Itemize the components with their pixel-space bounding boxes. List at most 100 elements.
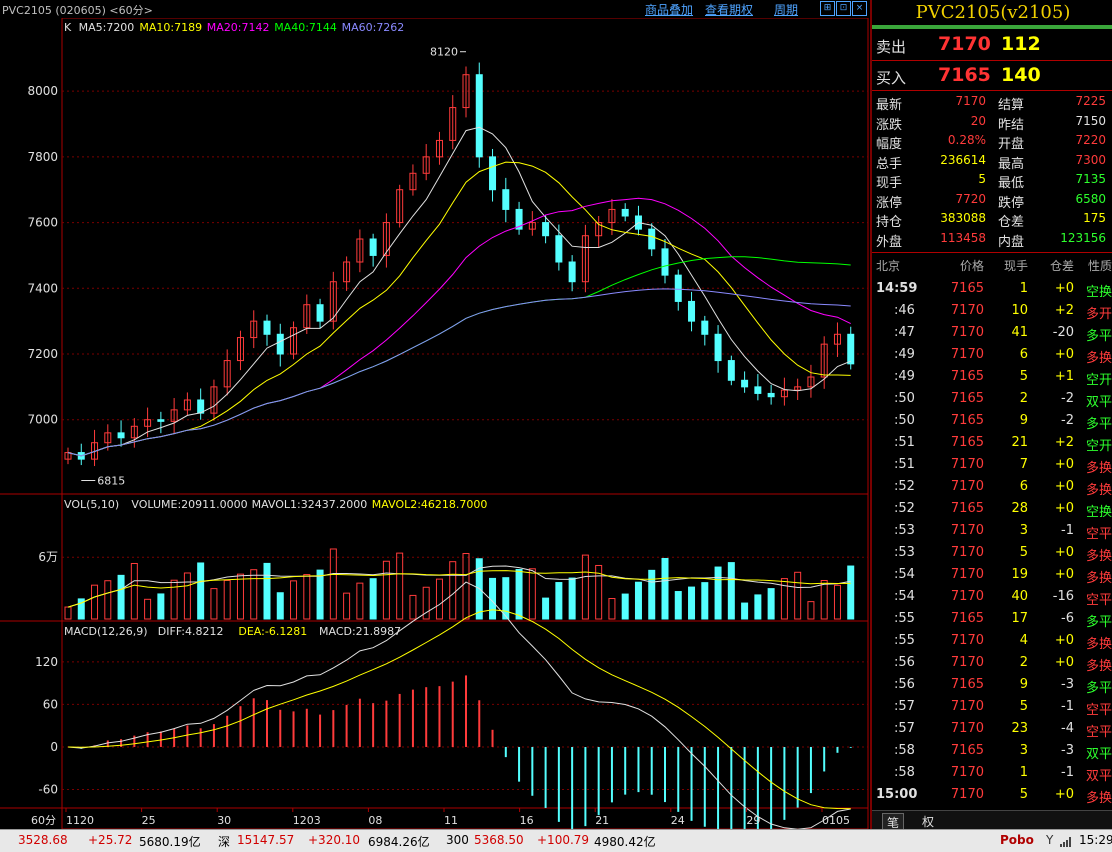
buy-volume: 140 bbox=[1001, 64, 1041, 86]
macd-legend-item: MACD(12,26,9) bbox=[64, 625, 148, 638]
period-link[interactable]: 周期 bbox=[774, 1, 798, 18]
tick-price: 7170 bbox=[950, 655, 984, 670]
tick-row[interactable]: :49 7165 5 +1 空开 bbox=[872, 367, 1112, 388]
c300-index[interactable]: 5368.50 bbox=[474, 833, 524, 847]
tick-time: :52 bbox=[894, 501, 915, 516]
x-tick-label: 1203 bbox=[293, 814, 321, 827]
tick-oi-change: -4 bbox=[1061, 721, 1074, 736]
tick-time: :47 bbox=[894, 325, 915, 340]
tick-nature: 空平 bbox=[1085, 725, 1112, 740]
clock: 15:29 bbox=[1079, 833, 1112, 847]
tick-row[interactable]: :57 7170 5 -1 空平 bbox=[872, 697, 1112, 718]
x-tick-label: 21 bbox=[595, 814, 609, 827]
grid-icon[interactable]: ⊞ bbox=[820, 1, 835, 16]
tick-row[interactable]: :49 7170 6 +0 多换 bbox=[872, 345, 1112, 366]
x-tick-label: 29 bbox=[746, 814, 760, 827]
buy-price[interactable]: 7165 bbox=[938, 64, 991, 86]
tick-nature: 多换 bbox=[1085, 483, 1112, 498]
x-tick-label: 0105 bbox=[822, 814, 850, 827]
tick-time: :51 bbox=[894, 457, 915, 472]
tick-row[interactable]: :55 7170 4 +0 多换 bbox=[872, 631, 1112, 652]
tick-row[interactable]: :51 7165 21 +2 空开 bbox=[872, 433, 1112, 454]
stat-value: 7220 bbox=[1075, 133, 1106, 147]
tick-time: :56 bbox=[894, 655, 915, 670]
tick-row[interactable]: :46 7170 10 +2 多开 bbox=[872, 301, 1112, 322]
filter-icon[interactable]: Y bbox=[1046, 833, 1053, 847]
sell-price[interactable]: 7170 bbox=[938, 33, 991, 55]
tick-volume: 6 bbox=[1019, 347, 1028, 362]
tick-time: :53 bbox=[894, 523, 915, 538]
stat-label: 持仓 bbox=[876, 215, 903, 230]
tick-nature: 多开 bbox=[1085, 307, 1112, 322]
close-icon[interactable]: × bbox=[852, 1, 867, 16]
overlay-commodity-link[interactable]: 商品叠加 bbox=[645, 1, 693, 18]
tab-rights[interactable]: 权 bbox=[918, 813, 938, 830]
volume-bar bbox=[64, 606, 72, 620]
tick-row[interactable]: :52 7170 6 +0 多换 bbox=[872, 477, 1112, 498]
tick-row[interactable]: :51 7170 7 +0 多换 bbox=[872, 455, 1112, 476]
volume-bar bbox=[780, 578, 788, 620]
tick-nature: 多换 bbox=[1085, 549, 1112, 564]
tick-row[interactable]: 15:00 7170 5 +0 多换 bbox=[872, 785, 1112, 806]
view-options-link[interactable]: 查看期权 bbox=[705, 1, 753, 18]
candle-body bbox=[542, 222, 550, 237]
tick-row[interactable]: :57 7170 23 -4 空平 bbox=[872, 719, 1112, 740]
c300-amount: 4980.42亿 bbox=[594, 835, 656, 849]
tick-time: :46 bbox=[894, 303, 915, 318]
tick-row[interactable]: :50 7165 9 -2 多平 bbox=[872, 411, 1112, 432]
stat-value: 6580 bbox=[1075, 191, 1106, 206]
tick-row[interactable]: :56 7165 9 -3 多平 bbox=[872, 675, 1112, 696]
macd-tick-label: 60 bbox=[43, 697, 58, 711]
tick-oi-change: +1 bbox=[1054, 369, 1074, 384]
volume-bar bbox=[343, 592, 351, 620]
ma-legend-item: MA60:7262 bbox=[342, 21, 405, 34]
candle-body bbox=[767, 392, 775, 398]
symbol-title: PVC2105(v2105) bbox=[915, 2, 1071, 23]
tick-row[interactable]: :56 7170 2 +0 多换 bbox=[872, 653, 1112, 674]
tick-row[interactable]: :53 7170 3 -1 空平 bbox=[872, 521, 1112, 542]
volume-bar bbox=[303, 574, 311, 620]
stat-value: 113458 bbox=[940, 230, 986, 245]
tick-row[interactable]: :55 7165 17 -6 多平 bbox=[872, 609, 1112, 630]
volume-bar bbox=[820, 579, 828, 620]
sh-index[interactable]: 3528.68 bbox=[18, 833, 68, 847]
candle-body bbox=[621, 208, 629, 217]
symbol-underline bbox=[872, 25, 1112, 29]
price-tick-label: 7000 bbox=[27, 413, 58, 427]
price-annotation: 8120 bbox=[430, 46, 458, 59]
price-tick-label: 7200 bbox=[27, 347, 58, 361]
divider bbox=[872, 90, 1112, 91]
ma-legend-item: K bbox=[64, 21, 72, 34]
volume-bar bbox=[223, 579, 231, 620]
volume-bar bbox=[648, 569, 656, 620]
stat-value: 383088 bbox=[940, 211, 986, 225]
tick-row[interactable]: :47 7170 41 -20 多平 bbox=[872, 323, 1112, 344]
tick-row[interactable]: :52 7165 28 +0 空换 bbox=[872, 499, 1112, 520]
candle-body bbox=[648, 228, 656, 250]
tick-nature: 多换 bbox=[1085, 637, 1112, 652]
kline-chart[interactable]: 8000 7800 7600 7400 7200 7000 K MA5:7200 MA10:71… bbox=[0, 18, 870, 829]
tick-oi-change: -2 bbox=[1061, 413, 1074, 428]
candle-body bbox=[502, 189, 510, 210]
tick-row[interactable]: :53 7170 5 +0 多换 bbox=[872, 543, 1112, 564]
zoom-icon[interactable]: ⊡ bbox=[836, 1, 851, 16]
volume-bar bbox=[621, 593, 629, 620]
candle-body bbox=[555, 235, 563, 263]
sz-index[interactable]: 15147.57 bbox=[237, 833, 294, 847]
tick-row[interactable]: :54 7170 40 -16 空平 bbox=[872, 587, 1112, 608]
tick-header-cell: 仓差 bbox=[1049, 259, 1074, 273]
tick-oi-change: +0 bbox=[1054, 655, 1074, 670]
tick-time: 15:00 bbox=[876, 787, 918, 802]
stat-label: 结算 bbox=[998, 98, 1025, 113]
tick-row[interactable]: :54 7170 19 +0 多换 bbox=[872, 565, 1112, 586]
tick-price: 7170 bbox=[950, 523, 984, 538]
tick-volume: 3 bbox=[1019, 523, 1028, 538]
volume-bar bbox=[568, 577, 576, 620]
tick-header-cell: 性质 bbox=[1087, 259, 1112, 273]
tick-row[interactable]: :58 7165 3 -3 双平 bbox=[872, 741, 1112, 762]
candle-body bbox=[701, 320, 709, 335]
tick-row[interactable]: :58 7170 1 -1 双平 bbox=[872, 763, 1112, 784]
tick-row[interactable]: :50 7165 2 -2 双平 bbox=[872, 389, 1112, 410]
tick-row[interactable]: 14:59 7165 1 +0 空换 bbox=[872, 279, 1112, 300]
sh-amount: 5680.19亿 bbox=[139, 835, 201, 849]
